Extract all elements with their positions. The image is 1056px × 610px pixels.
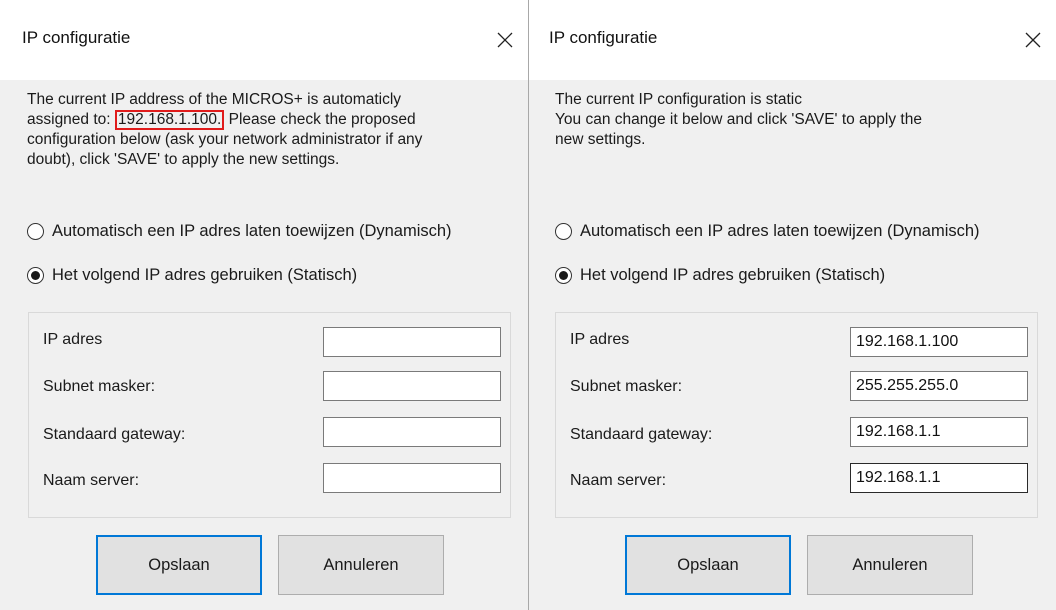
title-bar: IP configuratie xyxy=(529,0,1056,80)
ip-config-dialog-left: IP configuratie The current IP address o… xyxy=(0,0,528,610)
name-server-input[interactable] xyxy=(323,463,501,493)
default-gateway-input[interactable]: 192.168.1.1 xyxy=(850,417,1028,447)
radio-static[interactable]: Het volgend IP adres gebruiken (Statisch… xyxy=(27,266,357,285)
screenshot-stage: IP configuratie The current IP address o… xyxy=(0,0,1056,610)
radio-dynamic-label: Automatisch een IP adres laten toewijzen… xyxy=(580,222,980,240)
subnet-mask-input[interactable]: 255.255.255.0 xyxy=(850,371,1028,401)
close-icon xyxy=(497,32,513,48)
radio-dynamic-circle[interactable] xyxy=(27,223,44,240)
ip-address-label: IP adres xyxy=(43,331,103,348)
name-server-label: Naam server: xyxy=(43,472,140,489)
ip-fields-group: IP adres 192.168.1.100 Subnet masker: 25… xyxy=(555,312,1038,518)
close-icon xyxy=(1025,32,1041,48)
radio-static-circle[interactable] xyxy=(555,267,572,284)
title-bar: IP configuratie xyxy=(0,0,528,80)
name-server-input[interactable]: 192.168.1.1 xyxy=(850,463,1028,493)
close-button[interactable] xyxy=(482,16,528,64)
close-button[interactable] xyxy=(1010,16,1056,64)
name-server-label: Naam server: xyxy=(570,472,667,489)
radio-dynamic-circle[interactable] xyxy=(555,223,572,240)
radio-static-label: Het volgend IP adres gebruiken (Statisch… xyxy=(580,266,886,284)
save-button[interactable]: Opslaan xyxy=(625,535,791,595)
ip-address-label: IP adres xyxy=(570,331,630,348)
cancel-button[interactable]: Annuleren xyxy=(807,535,973,595)
ip-address-input[interactable]: 192.168.1.100 xyxy=(850,327,1028,357)
radio-static-label: Het volgend IP adres gebruiken (Statisch… xyxy=(52,266,358,284)
subnet-mask-input[interactable] xyxy=(323,371,501,401)
save-button[interactable]: Opslaan xyxy=(96,535,262,595)
default-gateway-input[interactable] xyxy=(323,417,501,447)
ip-address-input[interactable] xyxy=(323,327,501,357)
radio-dynamic-label: Automatisch een IP adres laten toewijzen… xyxy=(52,222,452,240)
dialog-title: IP configuratie xyxy=(22,28,131,47)
ip-fields-group: IP adres Subnet masker: Standaard gatewa… xyxy=(28,312,511,518)
info-text: The current IP configuration is static Y… xyxy=(555,91,922,148)
cancel-button[interactable]: Annuleren xyxy=(278,535,444,595)
highlighted-ip: 192.168.1.100. xyxy=(114,110,225,130)
radio-static-circle[interactable] xyxy=(27,267,44,284)
info-text: The current IP address of the MICROS+ is… xyxy=(27,90,507,170)
radio-dynamic[interactable]: Automatisch een IP adres laten toewijzen… xyxy=(555,222,980,241)
dialog-title: IP configuratie xyxy=(549,28,658,47)
default-gateway-label: Standaard gateway: xyxy=(43,426,186,443)
ip-config-dialog-right: IP configuratie The current IP configura… xyxy=(528,0,1056,610)
subnet-mask-label: Subnet masker: xyxy=(570,378,683,395)
subnet-mask-label: Subnet masker: xyxy=(43,378,156,395)
radio-dynamic[interactable]: Automatisch een IP adres laten toewijzen… xyxy=(27,222,452,241)
default-gateway-label: Standaard gateway: xyxy=(570,426,713,443)
radio-static[interactable]: Het volgend IP adres gebruiken (Statisch… xyxy=(555,266,885,285)
